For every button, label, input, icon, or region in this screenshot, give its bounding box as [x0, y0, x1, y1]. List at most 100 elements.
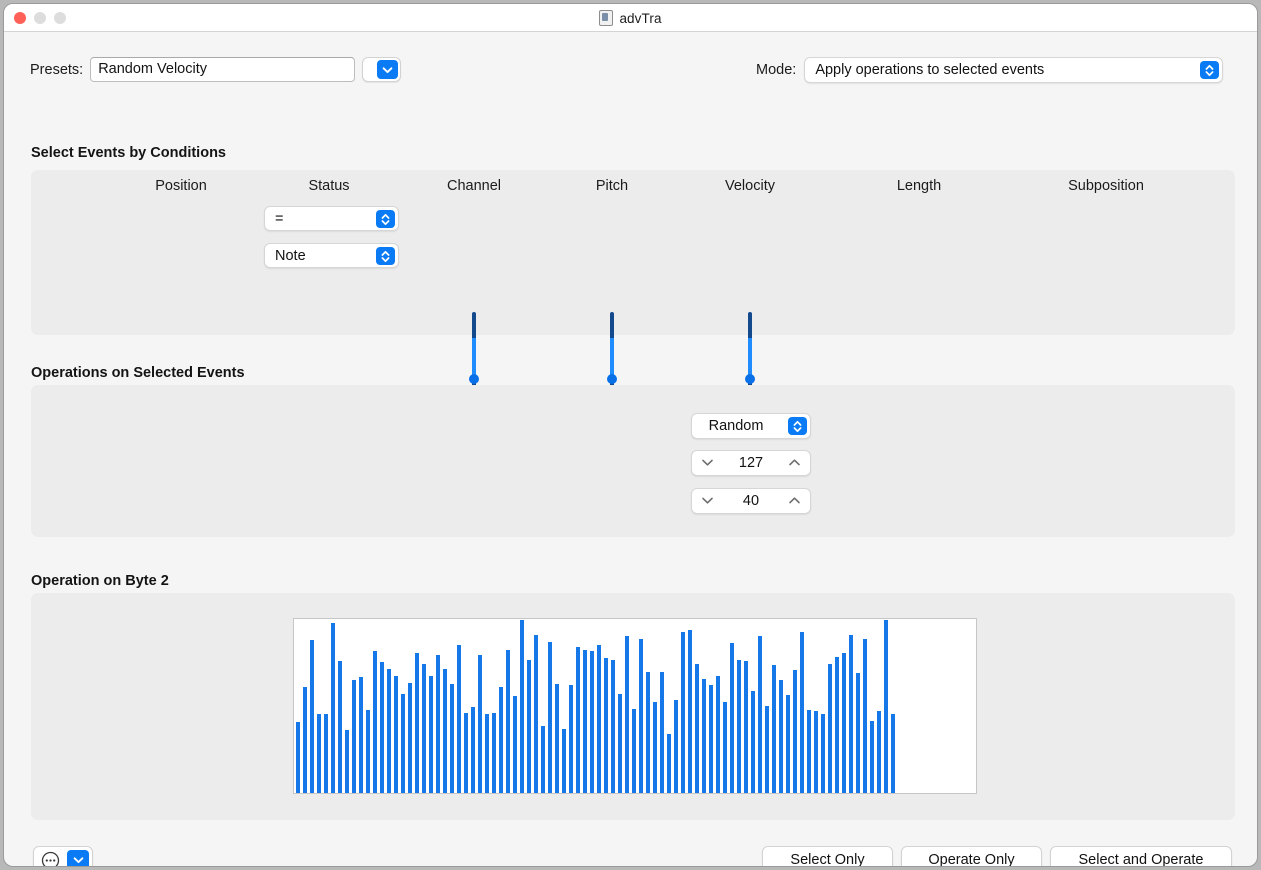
mode-value: Apply operations to selected events [815, 58, 1044, 82]
chart-bar [674, 700, 678, 793]
chart-bar [359, 677, 363, 793]
chart-bar [408, 683, 412, 793]
chart-bar [464, 713, 468, 793]
chart-bar [331, 623, 335, 793]
chart-bar [317, 714, 321, 793]
chart-bar [821, 714, 825, 793]
chart-bar [415, 653, 419, 793]
chart-bar [870, 721, 874, 793]
toolbar-row: Presets: Random Velocity Mode: Apply ope… [4, 57, 1257, 87]
chart-bar [576, 647, 580, 793]
presets-group: Presets: Random Velocity [30, 57, 401, 82]
chevron-down-icon[interactable] [701, 492, 714, 510]
chart-bar [548, 642, 552, 793]
title-bar: advTra [4, 4, 1257, 32]
chart-bar [814, 711, 818, 793]
chart-bar [835, 657, 839, 793]
operations-panel: Random 127 40 [31, 385, 1235, 537]
window-content: Presets: Random Velocity Mode: Apply ope… [4, 32, 1257, 867]
chart-bar [583, 650, 587, 793]
chart-bar [366, 710, 370, 793]
select-only-button[interactable]: Select Only [762, 846, 893, 867]
byte2-panel [31, 593, 1235, 820]
document-icon [599, 10, 613, 26]
chart-bar [520, 620, 524, 793]
chart-bar [506, 650, 510, 793]
chart-bar [436, 655, 440, 793]
chart-bar [569, 685, 573, 793]
chevron-down-icon[interactable] [701, 454, 714, 472]
chart-bar [828, 664, 832, 793]
chart-bar [877, 711, 881, 793]
chart-bar [688, 630, 692, 793]
chart-bar [296, 722, 300, 793]
column-header-position: Position [116, 178, 246, 194]
chart-bar [527, 660, 531, 793]
chart-bar [443, 669, 447, 793]
chart-bar [702, 679, 706, 793]
chart-bar [730, 643, 734, 793]
chart-bar [611, 660, 615, 793]
chart-bar [765, 706, 769, 793]
velocity-operation-popup[interactable]: Random [691, 413, 811, 439]
byte2-title: Operation on Byte 2 [31, 573, 169, 589]
chart-bar [891, 714, 895, 793]
velocity-value-2-stepper[interactable]: 40 [691, 488, 811, 514]
chart-bar [485, 714, 489, 793]
mode-label: Mode: [756, 62, 796, 78]
chart-bar [457, 645, 461, 793]
chart-bar [513, 696, 517, 793]
chart-bar [849, 635, 853, 793]
velocity-value-1-stepper[interactable]: 127 [691, 450, 811, 476]
chart-bar [352, 680, 356, 793]
chart-bar [779, 680, 783, 793]
column-header-status: Status [264, 178, 394, 194]
chart-bar [884, 620, 888, 793]
chart-bar [373, 651, 377, 793]
slider-knob[interactable] [607, 374, 617, 384]
select-and-operate-button[interactable]: Select and Operate [1050, 846, 1232, 867]
conditions-title: Select Events by Conditions [31, 145, 226, 161]
chart-bar [758, 636, 762, 793]
chart-bar [660, 672, 664, 793]
slider-knob[interactable] [745, 374, 755, 384]
operations-title: Operations on Selected Events [31, 365, 245, 381]
chart-bar [492, 713, 496, 793]
slider-knob[interactable] [469, 374, 479, 384]
presets-menu-button[interactable] [362, 57, 401, 82]
chart-bar [786, 695, 790, 793]
byte2-chart[interactable] [293, 618, 977, 794]
app-window: advTra Presets: Random Velocity Mode: Ap… [3, 3, 1258, 867]
chart-bar [394, 676, 398, 793]
chart-bar [422, 664, 426, 793]
chart-bar [681, 632, 685, 793]
mode-group: Mode: Apply operations to selected event… [756, 57, 1223, 83]
chart-bar [618, 694, 622, 793]
chart-bar [737, 660, 741, 793]
chart-bar [653, 702, 657, 793]
chart-bar [478, 655, 482, 793]
mode-popup-button[interactable]: Apply operations to selected events [804, 57, 1223, 83]
status-operator-popup[interactable]: = [264, 206, 399, 231]
chart-bar [695, 664, 699, 793]
chart-bar [324, 714, 328, 793]
chart-bar [800, 632, 804, 793]
chart-bar [842, 653, 846, 793]
status-operator-value: = [275, 207, 283, 231]
status-type-popup[interactable]: Note [264, 243, 399, 268]
chevron-updown-icon [788, 417, 807, 435]
chevron-up-icon[interactable] [788, 492, 801, 510]
status-type-value: Note [275, 244, 306, 268]
chart-bar [667, 734, 671, 793]
presets-input[interactable]: Random Velocity [90, 57, 355, 82]
byte2-bars [295, 620, 975, 793]
chevron-up-icon[interactable] [788, 454, 801, 472]
more-options-button[interactable] [33, 846, 93, 867]
chart-bar [723, 702, 727, 793]
chevron-updown-icon [1200, 61, 1219, 79]
conditions-panel: Position Status Channel Pitch Velocity L… [31, 170, 1235, 335]
chart-bar [646, 672, 650, 793]
chart-bar [450, 684, 454, 793]
chart-bar [632, 709, 636, 793]
operate-only-button[interactable]: Operate Only [901, 846, 1042, 867]
